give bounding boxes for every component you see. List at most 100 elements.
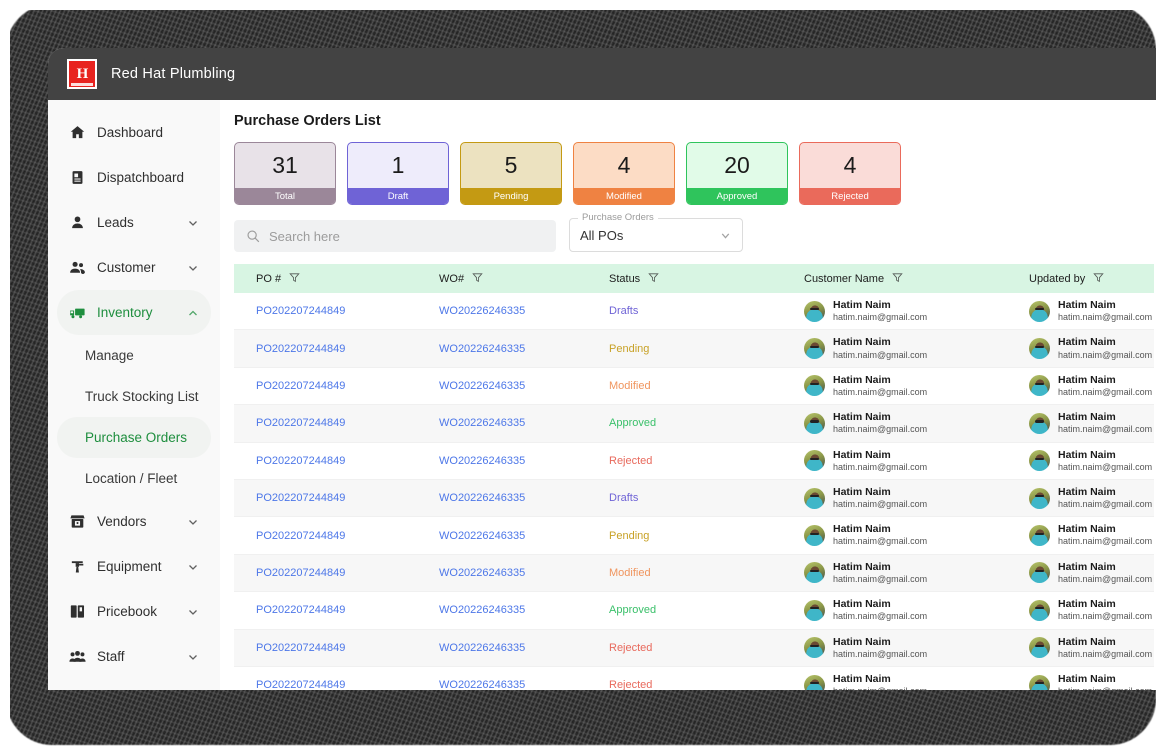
filter-icon[interactable] bbox=[892, 272, 903, 286]
sidebar-subitem-location-fleet[interactable]: Location / Fleet bbox=[57, 458, 211, 499]
cell-updated-by: Hatim Naimhatim.naim@gmail.com bbox=[1029, 411, 1154, 435]
table-row[interactable]: PO202207244849 WO20226246335 Rejected Hatim… bbox=[234, 442, 1154, 480]
filter-icon[interactable] bbox=[289, 272, 300, 286]
cell-po-number[interactable]: PO202207244849 bbox=[234, 642, 439, 654]
person-name: Hatim Naim bbox=[833, 635, 891, 648]
table-row[interactable]: PO202207244849 WO20226246335 Drafts Hatim N… bbox=[234, 293, 1154, 331]
purchase-orders-table: PO # WO# Status Customer Name Updated by PO2… bbox=[234, 264, 1154, 690]
column-header-label: Customer Name bbox=[804, 272, 885, 285]
avatar bbox=[804, 412, 825, 434]
cell-wo-number[interactable]: WO20226246335 bbox=[439, 642, 609, 654]
cell-po-number[interactable]: PO202207244849 bbox=[234, 530, 439, 542]
stat-card-rejected[interactable]: 4 Rejected bbox=[799, 142, 901, 205]
people-icon bbox=[69, 259, 86, 276]
cell-wo-number[interactable]: WO20226246335 bbox=[439, 604, 609, 616]
sidebar-subitem-manage[interactable]: Manage bbox=[57, 335, 211, 376]
sidebar-item-dashboard[interactable]: Dashboard bbox=[57, 110, 211, 155]
stat-card-approved[interactable]: 20 Approved bbox=[686, 142, 788, 205]
sidebar-item-customer[interactable]: Customer bbox=[57, 245, 211, 290]
chevron-down-icon[interactable] bbox=[187, 217, 199, 229]
chevron-down-icon[interactable] bbox=[187, 561, 199, 573]
cell-po-number[interactable]: PO202207244849 bbox=[234, 305, 439, 317]
stat-card-total[interactable]: 31 Total bbox=[234, 142, 336, 205]
column-header-wo[interactable]: WO# bbox=[439, 272, 609, 286]
cell-po-number[interactable]: PO202207244849 bbox=[234, 604, 439, 616]
table-row[interactable]: PO202207244849 WO20226246335 Drafts Hatim N… bbox=[234, 479, 1154, 518]
stat-value: 20 bbox=[724, 152, 750, 178]
home-icon bbox=[69, 124, 86, 141]
sidebar-item-label: Pricebook bbox=[97, 604, 158, 619]
filter-icon[interactable] bbox=[1093, 272, 1104, 286]
table-row[interactable]: PO202207244849 WO20226246335 Approved Hatim… bbox=[234, 592, 1154, 630]
chevron-down-icon[interactable] bbox=[187, 606, 199, 618]
column-header-status[interactable]: Status bbox=[609, 272, 804, 286]
chevron-down-icon[interactable] bbox=[187, 516, 199, 528]
cell-status: Drafts bbox=[609, 492, 639, 505]
column-header-po[interactable]: PO # bbox=[234, 272, 439, 286]
person-email: hatim.naim@gmail.com bbox=[1058, 611, 1153, 622]
person-name: Hatim Naim bbox=[833, 598, 891, 611]
table-row[interactable]: PO202207244849 WO20226246335 Pending Hatim … bbox=[234, 517, 1154, 555]
stat-card-pending[interactable]: 5 Pending bbox=[460, 142, 562, 205]
cell-wo-number[interactable]: WO20226246335 bbox=[439, 567, 609, 579]
chevron-down-icon[interactable] bbox=[187, 262, 199, 274]
cell-wo-number[interactable]: WO20226246335 bbox=[439, 343, 609, 355]
table-row[interactable]: PO202207244849 WO20226246335 Approved Hatim… bbox=[234, 405, 1154, 443]
cell-po-number[interactable]: PO202207244849 bbox=[234, 343, 439, 355]
sidebar-item-staff[interactable]: Staff bbox=[57, 634, 211, 679]
cell-po-number[interactable]: PO202207244849 bbox=[234, 380, 439, 392]
cell-wo-number[interactable]: WO20226246335 bbox=[439, 305, 609, 317]
cell-wo-number[interactable]: WO20226246335 bbox=[439, 455, 609, 467]
table-row[interactable]: PO202207244849 WO20226246335 Modified Hatim… bbox=[234, 554, 1154, 593]
cell-wo-number[interactable]: WO20226246335 bbox=[439, 380, 609, 392]
cell-po-number[interactable]: PO202207244849 bbox=[234, 455, 439, 467]
cell-po-number[interactable]: PO202207244849 bbox=[234, 567, 439, 579]
sidebar-item-pricebook[interactable]: Pricebook bbox=[57, 589, 211, 634]
cell-updated-by: Hatim Naimhatim.naim@gmail.com bbox=[1029, 561, 1154, 585]
sidebar-subitem-purchase-orders[interactable]: Purchase Orders bbox=[57, 417, 211, 458]
cell-updated-by: Hatim Naimhatim.naim@gmail.com bbox=[1029, 523, 1154, 547]
avatar bbox=[804, 562, 825, 584]
search-box[interactable] bbox=[234, 220, 556, 252]
person-name: Hatim Naim bbox=[833, 373, 891, 386]
cell-po-number[interactable]: PO202207244849 bbox=[234, 417, 439, 429]
sidebar-subitem-truck-stocking-list[interactable]: Truck Stocking List bbox=[57, 376, 211, 417]
cell-updated-by: Hatim Naimhatim.naim@gmail.com bbox=[1029, 299, 1154, 323]
sidebar-item-dispatchboard[interactable]: Dispatchboard bbox=[57, 155, 211, 200]
sidebar-item-vendors[interactable]: Vendors bbox=[57, 499, 211, 544]
sidebar-item-inventory[interactable]: Inventory bbox=[57, 290, 211, 335]
chevron-up-icon[interactable] bbox=[187, 307, 199, 319]
avatar bbox=[804, 599, 825, 621]
stat-card-modified[interactable]: 4 Modified bbox=[573, 142, 675, 205]
person-email: hatim.naim@gmail.com bbox=[1058, 312, 1153, 323]
cell-wo-number[interactable]: WO20226246335 bbox=[439, 679, 609, 690]
filter-icon[interactable] bbox=[472, 272, 483, 286]
cell-wo-number[interactable]: WO20226246335 bbox=[439, 530, 609, 542]
column-header-customer-name[interactable]: Customer Name bbox=[804, 272, 1029, 286]
table-row[interactable]: PO202207244849 WO20226246335 Modified Hatim… bbox=[234, 367, 1154, 406]
chevron-down-icon[interactable] bbox=[187, 651, 199, 663]
cell-po-number[interactable]: PO202207244849 bbox=[234, 679, 439, 690]
sidebar-item-equipment[interactable]: Equipment bbox=[57, 544, 211, 589]
sidebar-item-leads[interactable]: Leads bbox=[57, 200, 211, 245]
cell-customer: Hatim Naimhatim.naim@gmail.com bbox=[804, 411, 1029, 435]
stat-card-draft[interactable]: 1 Draft bbox=[347, 142, 449, 205]
person-email: hatim.naim@gmail.com bbox=[1058, 461, 1153, 472]
table-row[interactable]: PO202207244849 WO20226246335 Rejected Hatim… bbox=[234, 629, 1154, 667]
person-name: Hatim Naim bbox=[1058, 448, 1116, 461]
table-row[interactable]: PO202207244849 WO20226246335 Rejected Hatim… bbox=[234, 666, 1154, 690]
person-email: hatim.naim@gmail.com bbox=[1058, 686, 1152, 690]
person-email: hatim.naim@gmail.com bbox=[833, 461, 928, 472]
select-control[interactable]: All POs bbox=[569, 218, 743, 252]
search-input[interactable] bbox=[269, 228, 544, 244]
cell-status: Approved bbox=[609, 417, 657, 430]
table-row[interactable]: PO202207244849 WO20226246335 Pending Hatim … bbox=[234, 330, 1154, 368]
stat-label: Pending bbox=[461, 188, 561, 204]
column-header-updated-by[interactable]: Updated by bbox=[1029, 272, 1154, 286]
avatar bbox=[1029, 487, 1050, 509]
filter-icon[interactable] bbox=[648, 272, 659, 286]
cell-wo-number[interactable]: WO20226246335 bbox=[439, 492, 609, 504]
purchase-orders-filter[interactable]: Purchase Orders All POs bbox=[569, 212, 743, 252]
cell-wo-number[interactable]: WO20226246335 bbox=[439, 417, 609, 429]
cell-po-number[interactable]: PO202207244849 bbox=[234, 492, 439, 504]
